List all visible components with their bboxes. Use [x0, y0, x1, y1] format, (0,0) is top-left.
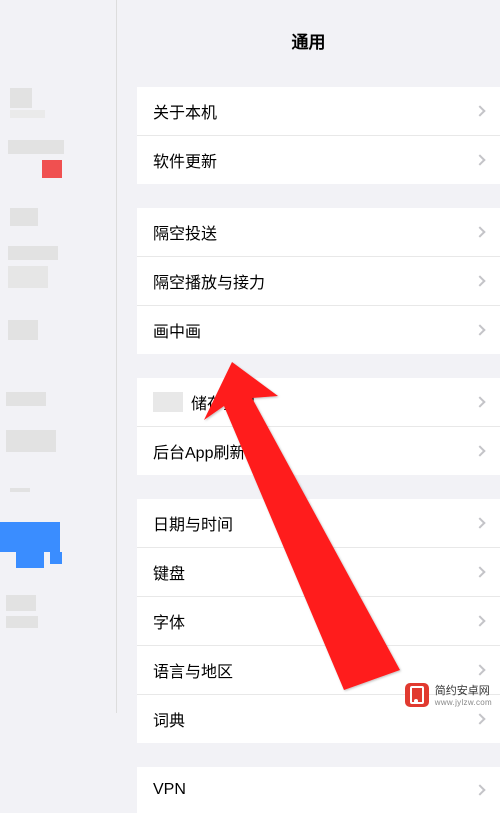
blurred-item: [6, 392, 46, 406]
blurred-item: [6, 430, 56, 452]
chevron-right-icon: [474, 566, 485, 577]
chevron-right-icon: [474, 517, 485, 528]
row-vpn[interactable]: VPN: [137, 767, 500, 813]
blurred-item: [8, 320, 38, 340]
blurred-item: [6, 616, 38, 628]
row-label: 字体: [153, 609, 476, 633]
row-software-update[interactable]: 软件更新: [137, 136, 500, 184]
row-label: VPN: [153, 781, 476, 799]
row-label: 日期与时间: [153, 511, 476, 535]
blurred-selected-item: [50, 552, 62, 564]
chevron-right-icon: [474, 154, 485, 165]
chevron-right-icon: [474, 226, 485, 237]
row-label: 词典: [153, 707, 476, 731]
chevron-right-icon: [474, 784, 485, 795]
blurred-selected-item: [0, 522, 60, 552]
blurred-prefix: [153, 392, 183, 412]
row-label: 键盘: [153, 560, 476, 584]
row-picture-in-picture[interactable]: 画中画: [137, 306, 500, 354]
chevron-right-icon: [474, 713, 485, 724]
chevron-right-icon: [474, 445, 485, 456]
group-vpn: VPN: [137, 767, 500, 813]
blurred-item: [10, 88, 32, 108]
chevron-right-icon: [474, 396, 485, 407]
watermark-text-cn: 简约安卓网: [435, 682, 492, 698]
watermark: 简约安卓网 www.jylzw.com: [405, 682, 492, 707]
chevron-right-icon: [474, 664, 485, 675]
row-keyboard[interactable]: 键盘: [137, 548, 500, 597]
row-date-time[interactable]: 日期与时间: [137, 499, 500, 548]
blurred-item: [10, 488, 30, 492]
chevron-right-icon: [474, 615, 485, 626]
blurred-item: [8, 266, 48, 288]
row-fonts[interactable]: 字体: [137, 597, 500, 646]
watermark-icon: [405, 683, 429, 707]
blurred-item: [6, 595, 36, 611]
row-storage[interactable]: 储存空间: [137, 378, 500, 427]
blurred-item: [8, 140, 64, 154]
row-label: 软件更新: [153, 148, 476, 172]
blurred-item: [10, 208, 38, 226]
blurred-selected-item: [16, 552, 44, 568]
row-label: 画中画: [153, 318, 476, 342]
watermark-text-en: www.jylzw.com: [435, 698, 492, 707]
row-label: 关于本机: [153, 99, 476, 123]
chevron-right-icon: [474, 275, 485, 286]
group-storage: 储存空间 后台App刷新: [137, 378, 500, 475]
row-label: 语言与地区: [153, 658, 476, 682]
row-airplay-handoff[interactable]: 隔空播放与接力: [137, 257, 500, 306]
chevron-right-icon: [474, 324, 485, 335]
row-label: 隔空播放与接力: [153, 269, 476, 293]
row-about[interactable]: 关于本机: [137, 87, 500, 136]
row-label: 隔空投送: [153, 220, 476, 244]
blurred-item: [8, 246, 58, 260]
group-about: 关于本机 软件更新: [137, 87, 500, 184]
row-background-app-refresh[interactable]: 后台App刷新: [137, 427, 500, 475]
blurred-item: [42, 160, 62, 178]
page-title: 通用: [117, 0, 500, 75]
row-label: 储存空间: [191, 390, 476, 414]
row-airdrop[interactable]: 隔空投送: [137, 208, 500, 257]
settings-sidebar: [0, 0, 116, 713]
group-airdrop: 隔空投送 隔空播放与接力 画中画: [137, 208, 500, 354]
blurred-item: [10, 110, 45, 118]
main-panel: 通用 关于本机 软件更新 隔空投送 隔空播放与接力: [116, 0, 500, 713]
row-label: 后台App刷新: [153, 439, 476, 463]
chevron-right-icon: [474, 105, 485, 116]
